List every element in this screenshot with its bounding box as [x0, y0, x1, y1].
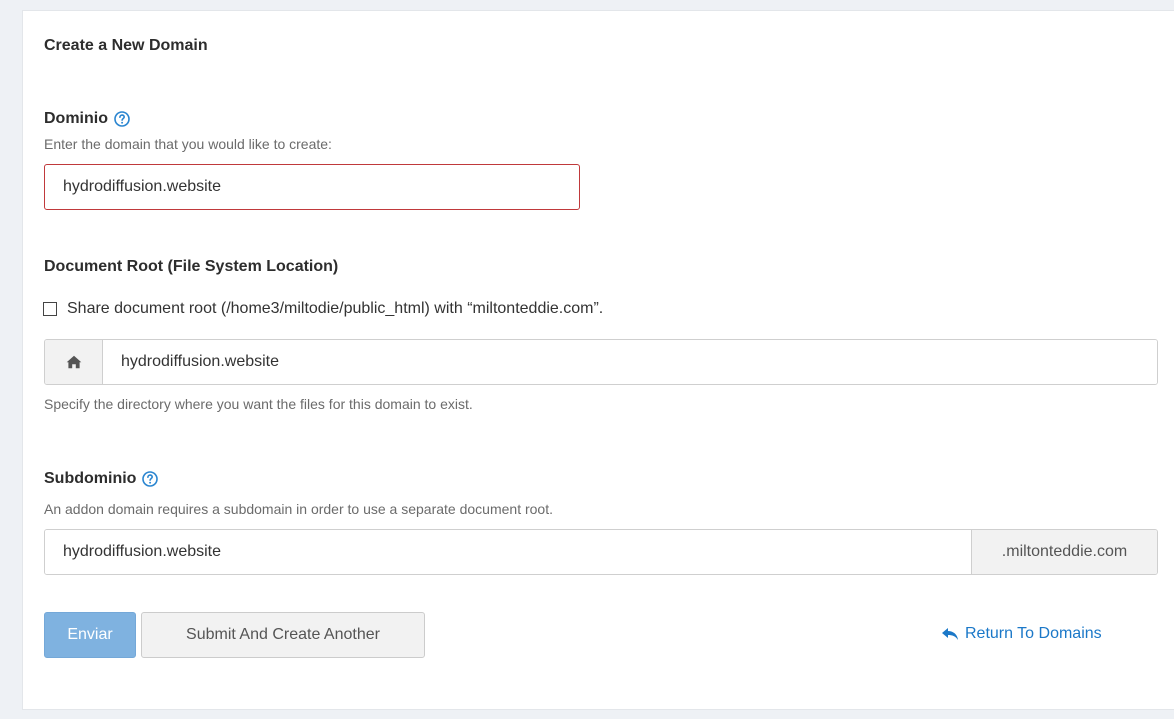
docroot-hint: Specify the directory where you want the…	[44, 396, 473, 412]
docroot-input[interactable]	[103, 340, 1157, 384]
domain-help-icon[interactable]	[114, 111, 130, 127]
submit-and-create-another-button[interactable]: Submit And Create Another	[141, 612, 425, 658]
docroot-input-group	[44, 339, 1158, 385]
return-to-domains-label: Return To Domains	[965, 625, 1102, 642]
subdomain-input[interactable]	[45, 530, 971, 574]
subdomain-suffix: .miltonteddie.com	[971, 530, 1157, 574]
subdomain-hint: An addon domain requires a subdomain in …	[44, 501, 553, 517]
subdomain-input-group: .miltonteddie.com	[44, 529, 1158, 575]
create-domain-panel: Create a New Domain Dominio Enter the do…	[22, 10, 1174, 710]
docroot-label: Document Root (File System Location)	[44, 258, 339, 275]
submit-button[interactable]: Enviar	[44, 612, 136, 658]
subdomain-label-row: Subdominio	[44, 470, 159, 488]
subdomain-label: Subdominio	[44, 470, 137, 487]
share-docroot-row[interactable]: Share document root (/home3/miltodie/pub…	[43, 300, 603, 318]
domain-hint: Enter the domain that you would like to …	[44, 136, 332, 152]
share-docroot-label: Share document root (/home3/miltodie/pub…	[67, 300, 604, 317]
domain-label: Dominio	[44, 110, 108, 127]
home-icon	[45, 340, 103, 384]
share-docroot-checkbox[interactable]	[43, 302, 57, 316]
page-title: Create a New Domain	[44, 37, 208, 54]
domain-input[interactable]	[44, 164, 580, 210]
reply-arrow-icon	[941, 627, 959, 641]
subdomain-help-icon[interactable]	[142, 471, 159, 487]
return-to-domains-link[interactable]: Return To Domains	[941, 625, 1102, 643]
domain-label-row: Dominio	[44, 110, 130, 128]
